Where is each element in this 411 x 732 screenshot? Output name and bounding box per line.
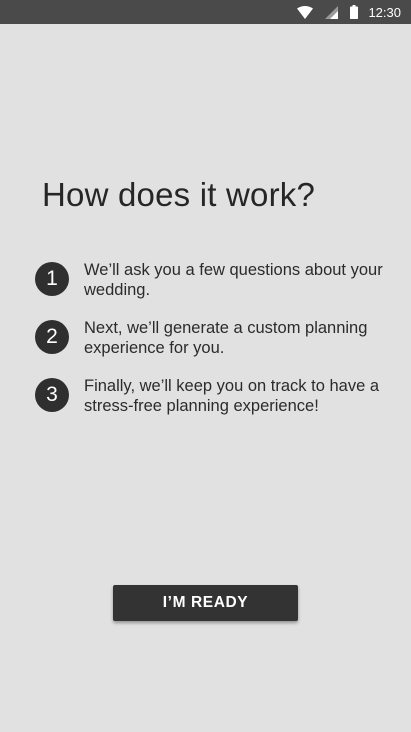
status-time: 12:30 bbox=[368, 4, 401, 20]
battery-icon bbox=[350, 0, 359, 24]
step-number-badge: 2 bbox=[35, 320, 69, 354]
step-text: Finally, we’ll keep you on track to have… bbox=[84, 377, 380, 415]
step-number-badge: 3 bbox=[35, 378, 69, 412]
step-text: Next, we’ll generate a custom planning e… bbox=[84, 319, 368, 357]
im-ready-button[interactable]: I’M READY bbox=[113, 585, 298, 621]
steps-list: 1 We’ll ask you a few questions about yo… bbox=[35, 260, 395, 434]
page-title: How does it work? bbox=[42, 176, 316, 213]
wifi-icon bbox=[297, 0, 314, 24]
list-item: 3 Finally, we’ll keep you on track to ha… bbox=[35, 376, 395, 434]
step-text: We’ll ask you a few questions about your… bbox=[84, 261, 383, 299]
step-number-badge: 1 bbox=[35, 262, 69, 296]
list-item: 1 We’ll ask you a few questions about yo… bbox=[35, 260, 395, 318]
status-bar: 12:30 bbox=[0, 0, 411, 24]
list-item: 2 Next, we’ll generate a custom planning… bbox=[35, 318, 395, 376]
cell-signal-icon bbox=[325, 0, 339, 24]
